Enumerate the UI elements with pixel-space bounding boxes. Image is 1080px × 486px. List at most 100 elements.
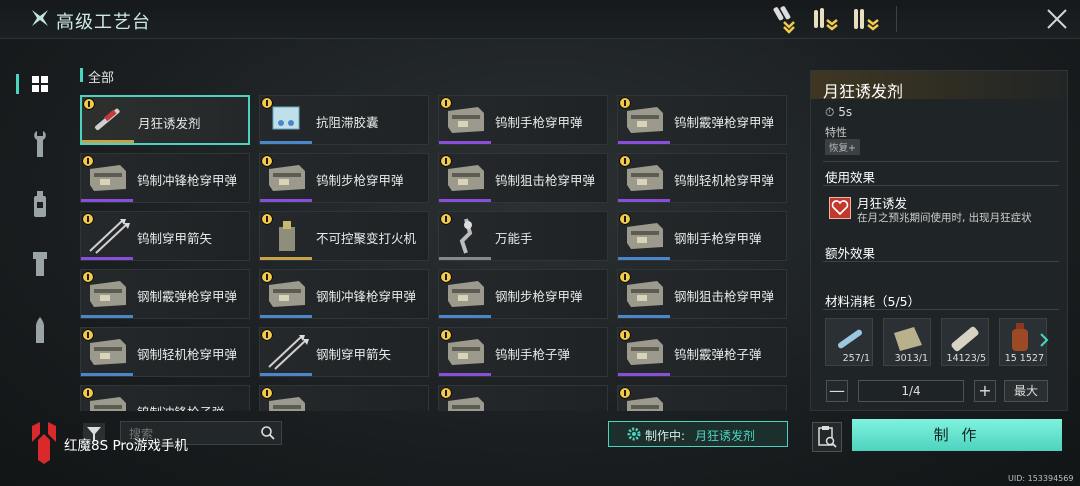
divider bbox=[896, 6, 897, 32]
divider bbox=[823, 261, 1059, 262]
crafting-status-item: 月狂诱发剂 bbox=[695, 429, 756, 443]
craft-time: ⏱ 5s bbox=[825, 105, 852, 120]
material-slot[interactable]: 14123/5 bbox=[941, 318, 989, 366]
recipe-item-name: 钨制霰弹枪穿甲弹 bbox=[674, 115, 775, 130]
close-icon[interactable] bbox=[1046, 8, 1068, 30]
use-effect-label: 使用效果 bbox=[825, 170, 876, 185]
upgrade-badge-icon bbox=[83, 98, 95, 110]
upgrade-badge-icon bbox=[440, 213, 452, 225]
flashlight-icon bbox=[33, 252, 47, 276]
workbench-logo-icon bbox=[32, 10, 48, 26]
upgrade-badge-icon bbox=[440, 155, 452, 167]
recipe-item[interactable]: 钨制手枪穿甲弹 bbox=[438, 95, 608, 145]
heart-effect-icon bbox=[829, 197, 851, 219]
recipe-item[interactable]: 钢制步枪穿甲弹 bbox=[438, 269, 608, 319]
recipe-item[interactable] bbox=[438, 385, 608, 411]
upgrade-badge-icon bbox=[82, 271, 94, 283]
materials-label: 材料消耗（5/5） bbox=[825, 294, 921, 309]
section-label: 全部 bbox=[88, 71, 115, 86]
recipe-item-name: 钨制轻机枪穿甲弹 bbox=[674, 173, 775, 188]
upgrade-badge-icon bbox=[261, 329, 273, 341]
material-count: 257/1 bbox=[842, 353, 870, 364]
recipe-item-name: 钨制穿甲箭矢 bbox=[137, 231, 213, 246]
material-slot[interactable]: 3013/1 bbox=[883, 318, 931, 366]
rarity-bar bbox=[82, 140, 134, 143]
recipe-item[interactable]: 钨制狙击枪穿甲弹 bbox=[438, 153, 608, 203]
recipe-item[interactable]: 钨制冲锋枪子弹 bbox=[80, 385, 250, 411]
upgrade-badge-icon bbox=[82, 213, 94, 225]
gear-icon bbox=[627, 427, 641, 441]
rarity-bar bbox=[260, 199, 312, 202]
decrease-quantity-button[interactable]: — bbox=[826, 380, 848, 402]
clipboard-search-icon bbox=[818, 426, 837, 448]
nav-ammo[interactable] bbox=[22, 312, 58, 348]
recipe-item[interactable] bbox=[259, 385, 429, 411]
increase-quantity-button[interactable]: + bbox=[974, 380, 996, 402]
effect-name: 月狂诱发 bbox=[857, 196, 908, 211]
nav-all[interactable] bbox=[22, 66, 58, 102]
max-quantity-button[interactable]: 最大 bbox=[1004, 380, 1048, 402]
page-title: 高级工艺台 bbox=[56, 12, 151, 33]
recipe-item-name: 月狂诱发剂 bbox=[138, 116, 201, 131]
nav-tools[interactable] bbox=[22, 126, 58, 162]
crafting-status-button[interactable]: 制作中: 月狂诱发剂 bbox=[608, 421, 788, 447]
upgrade-badge-icon bbox=[440, 329, 452, 341]
material-slot[interactable]: 257/1 bbox=[825, 318, 873, 366]
bullets-upgrade-icon[interactable] bbox=[808, 4, 842, 34]
recipe-item[interactable]: 钨制冲锋枪穿甲弹 bbox=[80, 153, 250, 203]
recipe-item[interactable] bbox=[617, 385, 787, 411]
search-icon[interactable] bbox=[260, 425, 276, 441]
effect-row: 月狂诱发 在月之预兆期间使用时, 出现月狂症状 bbox=[825, 193, 1065, 237]
rarity-bar bbox=[618, 315, 670, 318]
material-count: 14123/5 bbox=[946, 353, 986, 364]
nav-materials[interactable] bbox=[22, 246, 58, 282]
nav-consumables[interactable] bbox=[22, 186, 58, 222]
recipe-item-name: 钨制霰弹枪子弹 bbox=[674, 347, 762, 362]
user-id: UID: 153394569 bbox=[1008, 474, 1074, 483]
recipe-item[interactable]: 钢制轻机枪穿甲弹 bbox=[80, 327, 250, 377]
extra-effect-label: 额外效果 bbox=[825, 246, 876, 261]
recipe-item-name: 钨制手枪子弹 bbox=[495, 347, 571, 362]
upgrade-badge-icon bbox=[261, 271, 273, 283]
nav-active-indicator bbox=[16, 74, 19, 94]
recipe-item[interactable]: 万能手 bbox=[438, 211, 608, 261]
recipe-item[interactable]: 不可控聚变打火机 bbox=[259, 211, 429, 261]
ammo-upgrade-icon[interactable] bbox=[770, 4, 804, 34]
shells-upgrade-icon[interactable] bbox=[850, 4, 884, 34]
recipe-item[interactable]: 钨制轻机枪穿甲弹 bbox=[617, 153, 787, 203]
recipe-item[interactable]: 钨制手枪子弹 bbox=[438, 327, 608, 377]
recipe-item-name: 抗阻滞胶囊 bbox=[316, 115, 379, 130]
detail-panel: 月狂诱发剂 ⏱ 5s 特性 恢复+ 使用效果 月狂诱发 在月之预兆期间使用时, … bbox=[810, 70, 1068, 411]
recipe-item[interactable]: 钨制霰弹枪子弹 bbox=[617, 327, 787, 377]
rarity-bar bbox=[618, 373, 670, 376]
rarity-bar bbox=[439, 373, 491, 376]
upgrade-badge-icon bbox=[619, 97, 631, 109]
recipe-item[interactable]: 钢制手枪穿甲弹 bbox=[617, 211, 787, 261]
upgrade-badge-icon bbox=[619, 329, 631, 341]
craft-button[interactable]: 制 作 bbox=[852, 419, 1062, 451]
recipe-item-name: 钢制穿甲箭矢 bbox=[316, 347, 392, 362]
recipe-item[interactable]: 钨制步枪穿甲弹 bbox=[259, 153, 429, 203]
recipe-item[interactable]: 钢制霰弹枪穿甲弹 bbox=[80, 269, 250, 319]
rarity-bar bbox=[260, 373, 312, 376]
rarity-bar bbox=[618, 199, 670, 202]
recipe-item[interactable]: 抗阻滞胶囊 bbox=[259, 95, 429, 145]
upgrade-badge-icon bbox=[82, 329, 94, 341]
recipe-item[interactable]: 钨制霰弹枪穿甲弹 bbox=[617, 95, 787, 145]
rarity-bar bbox=[260, 141, 312, 144]
rarity-bar bbox=[81, 199, 133, 202]
recipe-item-name: 钢制轻机枪穿甲弹 bbox=[137, 347, 238, 362]
recipe-item[interactable]: 钢制冲锋枪穿甲弹 bbox=[259, 269, 429, 319]
recipe-search-button[interactable] bbox=[812, 422, 842, 452]
recipe-grid: 月狂诱发剂 抗阻滞胶囊 钨制手枪穿甲弹 钨制霰弹枪穿甲弹钨制冲锋枪穿甲弹 钨制步枪穿甲弹… bbox=[80, 95, 802, 411]
recipe-item[interactable]: 月狂诱发剂 bbox=[80, 95, 250, 145]
recipe-item[interactable]: 钨制穿甲箭矢 bbox=[80, 211, 250, 261]
recipe-item[interactable]: 钢制狙击枪穿甲弹 bbox=[617, 269, 787, 319]
upgrade-badge-icon bbox=[440, 271, 452, 283]
recipe-item-name: 钨制狙击枪穿甲弹 bbox=[495, 173, 596, 188]
recipe-item[interactable]: 钢制穿甲箭矢 bbox=[259, 327, 429, 377]
bottle-icon bbox=[34, 191, 46, 217]
scroll-right-icon[interactable] bbox=[1039, 333, 1049, 347]
top-bar: 高级工艺台 bbox=[0, 0, 1080, 39]
effect-description: 在月之预兆期间使用时, 出现月狂症状 bbox=[857, 212, 1032, 224]
